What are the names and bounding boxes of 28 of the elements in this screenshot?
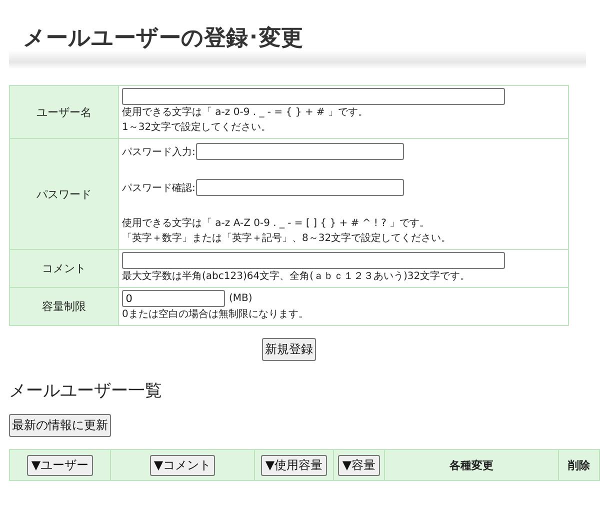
hint-text: 使用できる文字は「 a-z A-Z 0-9 . _ - = [ ] { } + # ^ ! ? 」です。 — [122, 216, 431, 231]
form-label: パスワード — [10, 138, 118, 250]
form-label: コメント — [10, 250, 118, 288]
field-label: パスワード入力: — [122, 146, 196, 158]
input-field[interactable] — [122, 88, 505, 105]
hint-text: 最大文字数は半角(abc123)64文字、全角(ａｂｃ１２３あいう)32文字です。 — [122, 270, 472, 284]
sort-button[interactable]: ▼ユーザー — [27, 454, 93, 476]
hint-text: 0または空白の場合は無制限になります。 — [122, 308, 310, 322]
hint-text: 使用できる文字は「 a-z 0-9 . _ - = { } + # 」です。 — [122, 106, 369, 120]
sort-button[interactable]: ▼使用容量 — [261, 454, 327, 476]
hint-text: 1～32文字で設定してください。 — [122, 120, 272, 135]
form-label: ユーザー名 — [10, 86, 118, 138]
form-label: 容量制限 — [10, 288, 118, 326]
page-title: メールユーザーの登録･変更 — [23, 24, 304, 53]
password-field[interactable] — [196, 143, 404, 160]
field-label: パスワード確認: — [122, 182, 196, 194]
password-field[interactable] — [196, 179, 404, 196]
hint-text: 「英字＋数字」または「英字＋記号」、8～32文字で設定してください。 — [122, 232, 452, 246]
input-field[interactable]: 0 — [122, 290, 225, 307]
sort-button[interactable]: ▼容量 — [338, 454, 380, 476]
column-title: 削除 — [568, 458, 590, 472]
register-button[interactable]: 新規登録 — [262, 338, 316, 361]
unit-label: (MB) — [229, 293, 252, 304]
sort-button[interactable]: ▼コメント — [150, 454, 216, 476]
refresh-button[interactable]: 最新の情報に更新 — [9, 414, 111, 437]
input-field[interactable] — [122, 252, 505, 269]
column-title: 各種変更 — [450, 458, 494, 472]
section-heading: メールユーザー一覧 — [9, 380, 163, 402]
